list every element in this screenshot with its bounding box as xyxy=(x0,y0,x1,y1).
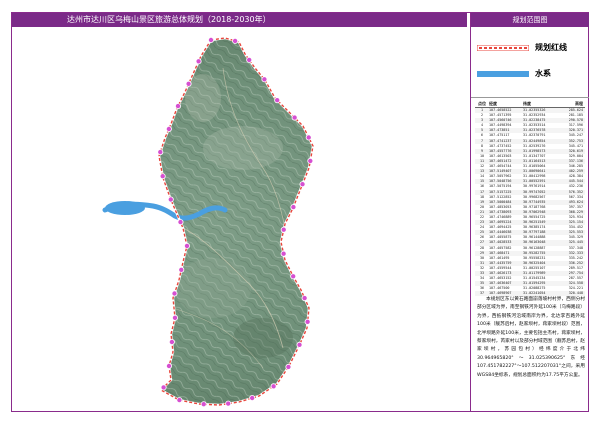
boundary-marker[interactable] xyxy=(261,76,268,83)
map-area[interactable] xyxy=(13,28,467,411)
scope-description: 本规划区东以黄石路面崩落坡村村界，西侧分村部分区域为界，南至钢铁河外延100米（… xyxy=(477,297,585,378)
boundary-marker[interactable] xyxy=(167,196,174,203)
boundary-marker[interactable] xyxy=(246,56,253,63)
boundary-marker[interactable] xyxy=(290,273,297,280)
boundary-marker[interactable] xyxy=(165,126,172,133)
boundary-marker[interactable] xyxy=(195,58,202,65)
boundary-marker[interactable] xyxy=(307,157,314,164)
boundary-marker[interactable] xyxy=(299,181,306,188)
table-header: 点位 经度 纬度 高程 xyxy=(475,100,585,108)
map-sheet: 达州市达川区乌梅山景区旅游总体规划（2018-2030年） 规划范围图 规划红线… xyxy=(11,12,589,412)
boundary-marker[interactable] xyxy=(207,36,214,43)
boundary-marker[interactable] xyxy=(290,204,297,211)
right-panel: 规划范围图 规划红线 水系 点位 经度 纬度 高程 1 107.4658522 … xyxy=(470,13,589,411)
col-header-point: 点位 xyxy=(478,101,486,106)
legend-label-water: 水系 xyxy=(535,69,551,78)
legend-item-boundary: 规划红线 xyxy=(477,39,585,59)
boundary-marker[interactable] xyxy=(285,363,292,370)
coordinates-table: 点位 经度 纬度 高程 1 107.4658522 31.02355326 285.6… xyxy=(475,100,585,297)
boundary-marker[interactable] xyxy=(280,226,287,233)
boundary-marker[interactable] xyxy=(296,341,303,348)
boundary-marker[interactable] xyxy=(168,338,175,345)
boundary-marker[interactable] xyxy=(280,250,287,257)
boundary-marker[interactable] xyxy=(185,80,192,87)
boundary-marker[interactable] xyxy=(176,397,183,404)
boundary-marker[interactable] xyxy=(249,394,256,401)
boundary-line-icon xyxy=(477,45,529,51)
boundary-marker[interactable] xyxy=(291,114,298,121)
boundary-marker[interactable] xyxy=(274,97,281,104)
boundary-marker[interactable] xyxy=(225,400,232,407)
boundary-marker[interactable] xyxy=(232,37,239,44)
legend: 规划红线 水系 xyxy=(471,27,589,98)
map-title: 达州市达川区乌梅山景区旅游总体规划（2018-2030年） xyxy=(12,13,467,27)
boundary-marker[interactable] xyxy=(183,242,190,249)
col-header-lat: 纬度 xyxy=(523,101,531,106)
boundary-marker[interactable] xyxy=(305,134,312,141)
reservoir xyxy=(105,201,145,215)
boundary-marker[interactable] xyxy=(200,401,207,408)
panel-title: 规划范围图 xyxy=(471,13,589,27)
boundary-marker[interactable] xyxy=(270,383,277,390)
legend-label-boundary: 规划红线 xyxy=(535,43,567,52)
legend-item-water: 水系 xyxy=(477,65,585,85)
boundary-marker[interactable] xyxy=(301,295,308,302)
boundary-marker[interactable] xyxy=(160,384,167,391)
boundary-marker[interactable] xyxy=(304,318,311,325)
col-header-elev: 高程 xyxy=(575,101,583,106)
water-line-icon xyxy=(477,71,529,77)
boundary-marker[interactable] xyxy=(157,149,164,156)
boundary-marker[interactable] xyxy=(159,173,166,180)
col-header-lon: 经度 xyxy=(489,101,497,106)
boundary-marker[interactable] xyxy=(177,219,184,226)
planning-map[interactable] xyxy=(13,28,467,411)
table-body: 1 107.4658522 31.02355326 285.624 2 107.45713… xyxy=(475,108,585,297)
boundary-marker[interactable] xyxy=(171,290,178,297)
boundary-marker[interactable] xyxy=(165,362,172,369)
boundary-marker[interactable] xyxy=(178,266,185,273)
boundary-marker[interactable] xyxy=(174,103,181,110)
boundary-marker[interactable] xyxy=(171,314,178,321)
